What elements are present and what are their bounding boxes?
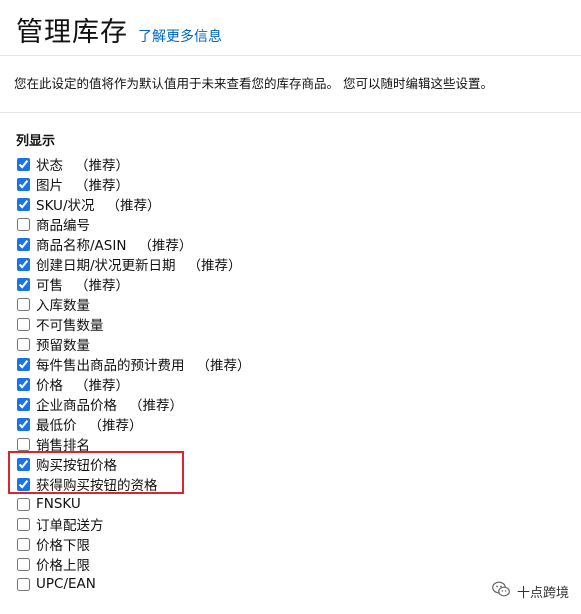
column-option[interactable]: 商品名称/ASIN （推荐） <box>16 234 251 254</box>
column-checkbox[interactable] <box>17 277 30 291</box>
column-option[interactable]: 销售排名 <box>16 434 251 454</box>
column-option[interactable]: 不可售数量 <box>16 314 251 334</box>
column-checkbox[interactable] <box>17 477 30 491</box>
column-option-label: 不可售数量 <box>36 318 104 334</box>
column-checkbox[interactable] <box>17 197 30 211</box>
column-checkbox[interactable] <box>17 177 30 191</box>
learn-more-link[interactable]: 了解更多信息 <box>138 26 222 46</box>
column-option[interactable]: 每件售出商品的预计费用 （推荐） <box>16 354 251 374</box>
column-option[interactable]: 状态 （推荐） <box>16 154 251 174</box>
recommended-note: （推荐） <box>196 358 251 374</box>
column-checkbox[interactable] <box>17 517 30 531</box>
column-display-heading: 列显示 <box>16 134 56 149</box>
column-option-label: 价格上限 <box>36 558 90 574</box>
column-option[interactable]: 获得购买按钮的资格 <box>16 474 251 494</box>
column-option[interactable]: 价格下限 <box>16 534 251 554</box>
divider <box>0 112 581 113</box>
manage-inventory-settings-page: 管理库存 了解更多信息 您在此设定的值将作为默认值用于未来查看您的库存商品。 您… <box>0 0 581 614</box>
column-option-label: UPC/EAN <box>36 576 96 592</box>
column-option-label: SKU/状况 <box>36 198 95 214</box>
column-checkbox[interactable] <box>17 457 30 471</box>
column-option[interactable]: 企业商品价格 （推荐） <box>16 394 251 414</box>
column-checkbox[interactable] <box>17 257 30 271</box>
column-option[interactable]: 商品编号 <box>16 214 251 234</box>
divider <box>0 55 581 56</box>
recommended-note: （推荐） <box>75 158 129 174</box>
column-checkbox[interactable] <box>17 237 30 251</box>
column-option-label: 企业商品价格 <box>36 398 117 414</box>
column-option[interactable]: 预留数量 <box>16 334 251 354</box>
column-option[interactable]: SKU/状况 （推荐） <box>16 194 251 214</box>
recommended-note: （推荐） <box>88 418 143 434</box>
column-option-label: FNSKU <box>36 496 81 512</box>
column-option[interactable]: FNSKU <box>16 494 251 514</box>
column-checkbox[interactable] <box>17 377 30 391</box>
column-option-label: 图片 <box>36 178 63 194</box>
watermark-text: 十点跨境 <box>516 585 569 601</box>
column-option[interactable]: 价格 （推荐） <box>16 374 251 394</box>
column-option-label: 状态 <box>36 158 63 174</box>
column-option-label: 商品名称/ASIN <box>36 238 127 254</box>
recommended-note: （推荐） <box>75 378 129 394</box>
column-checkbox[interactable] <box>17 317 30 331</box>
column-option-label: 价格下限 <box>36 538 90 554</box>
column-option-label: 可售 <box>36 278 63 294</box>
column-option[interactable]: 创建日期/状况更新日期 （推荐） <box>16 254 251 274</box>
column-option[interactable]: UPC/EAN <box>16 574 251 594</box>
column-checkbox[interactable] <box>17 417 30 431</box>
column-option[interactable]: 最低价 （推荐） <box>16 414 251 434</box>
column-option[interactable]: 价格上限 <box>16 554 251 574</box>
column-checkbox[interactable] <box>17 577 30 591</box>
column-option-label: 价格 <box>36 378 63 394</box>
column-option[interactable]: 购买按钮价格 <box>16 454 251 474</box>
watermark: 十点跨境 <box>491 580 569 602</box>
column-option[interactable]: 订单配送方 <box>16 514 251 534</box>
column-checkbox[interactable] <box>17 397 30 411</box>
column-option-label: 每件售出商品的预计费用 <box>36 358 185 374</box>
recommended-note: （推荐） <box>187 258 242 274</box>
column-option[interactable]: 可售 （推荐） <box>16 274 251 294</box>
column-option[interactable]: 入库数量 <box>16 294 251 314</box>
column-checkbox[interactable] <box>17 537 30 551</box>
recommended-note: （推荐） <box>75 178 129 194</box>
column-checkbox[interactable] <box>17 157 30 171</box>
column-option-label: 商品编号 <box>36 218 90 234</box>
column-option-label: 创建日期/状况更新日期 <box>36 258 176 274</box>
column-option[interactable]: 图片 （推荐） <box>16 174 251 194</box>
recommended-note: （推荐） <box>106 198 161 214</box>
column-option-label: 获得购买按钮的资格 <box>36 478 158 494</box>
column-options-list: 状态 （推荐） 图片 （推荐） SKU/状况 （推荐） 商品编号 商品名称/ASIN （推荐）创… <box>16 154 251 594</box>
title-row: 管理库存 了解更多信息 <box>16 10 222 49</box>
column-option-label: 入库数量 <box>36 298 90 314</box>
recommended-note: （推荐） <box>138 238 193 254</box>
page-title: 管理库存 <box>16 17 128 48</box>
column-checkbox[interactable] <box>17 557 30 571</box>
recommended-note: （推荐） <box>75 278 129 294</box>
settings-description: 您在此设定的值将作为默认值用于未来查看您的库存商品。 您可以随时编辑这些设置。 <box>14 76 493 91</box>
column-option-label: 预留数量 <box>36 338 90 354</box>
column-checkbox[interactable] <box>17 357 30 371</box>
recommended-note: （推荐） <box>129 398 183 414</box>
column-checkbox[interactable] <box>17 337 30 351</box>
column-option-label: 购买按钮价格 <box>36 458 117 474</box>
wechat-icon <box>491 580 511 602</box>
column-checkbox[interactable] <box>17 217 30 231</box>
column-checkbox[interactable] <box>17 297 30 311</box>
column-option-label: 销售排名 <box>36 438 90 454</box>
column-option-label: 最低价 <box>36 418 77 434</box>
column-checkbox[interactable] <box>17 497 30 511</box>
column-checkbox[interactable] <box>17 437 30 451</box>
column-option-label: 订单配送方 <box>36 518 104 534</box>
